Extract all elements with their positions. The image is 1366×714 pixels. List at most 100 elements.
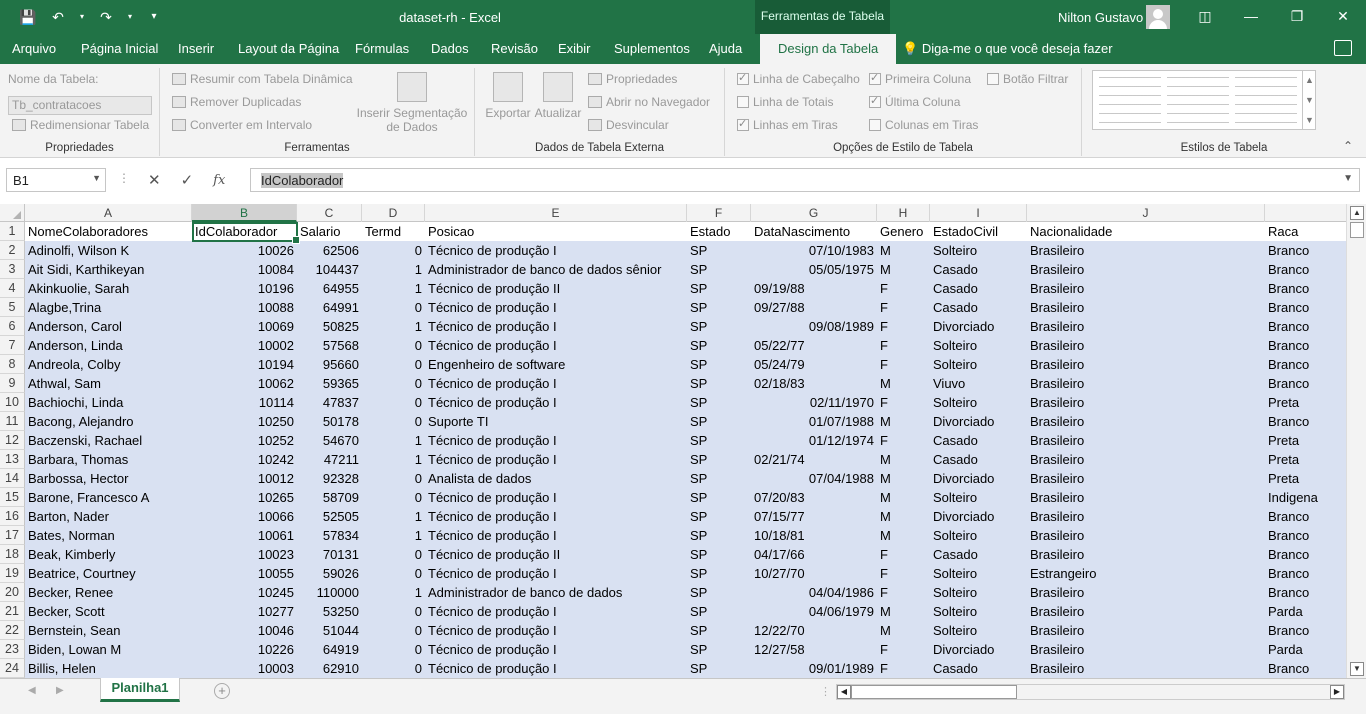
header-cell[interactable]: Nacionalidade — [1027, 222, 1265, 241]
table-cell[interactable]: SP — [687, 393, 751, 412]
table-cell[interactable]: 02/11/1970 — [751, 393, 877, 412]
table-cell[interactable]: F — [877, 564, 930, 583]
header-cell[interactable]: IdColaborador — [192, 222, 297, 241]
header-cell[interactable]: Termd — [362, 222, 425, 241]
table-cell[interactable]: 52505 — [297, 507, 362, 526]
table-cell[interactable]: SP — [687, 469, 751, 488]
row-header[interactable]: 13 — [0, 450, 25, 469]
table-cell[interactable]: M — [877, 241, 930, 260]
row-header[interactable]: 12 — [0, 431, 25, 450]
table-cell[interactable]: Bates, Norman — [25, 526, 192, 545]
checkbox-checked[interactable] — [737, 71, 749, 85]
column-header-j[interactable]: J — [1027, 204, 1265, 222]
table-cell[interactable]: 10061 — [192, 526, 297, 545]
table-cell[interactable]: 02/21/74 — [751, 450, 877, 469]
table-cell[interactable]: 62910 — [297, 659, 362, 678]
table-cell[interactable]: Administrador de banco de dados — [425, 583, 687, 602]
ribbon-display-icon[interactable]: ◫ — [1182, 0, 1228, 34]
table-cell[interactable]: 10026 — [192, 241, 297, 260]
tab-inserir[interactable]: Inserir — [178, 41, 214, 56]
table-cell[interactable]: M — [877, 450, 930, 469]
table-cell[interactable]: Brasileiro — [1027, 279, 1265, 298]
table-cell[interactable]: Brasileiro — [1027, 450, 1265, 469]
table-cell[interactable]: Técnico de produção I — [425, 526, 687, 545]
tab-dados[interactable]: Dados — [431, 41, 469, 56]
table-cell[interactable]: 09/27/88 — [751, 298, 877, 317]
column-header-f[interactable]: F — [687, 204, 751, 222]
table-cell[interactable]: SP — [687, 488, 751, 507]
table-cell[interactable]: 0 — [362, 659, 425, 678]
properties-button[interactable]: Propriedades — [588, 72, 677, 86]
table-cell[interactable]: Divorciado — [930, 317, 1027, 336]
table-cell[interactable]: Billis, Helen — [25, 659, 192, 678]
checkbox-checked[interactable] — [737, 117, 749, 131]
table-cell[interactable]: 02/18/83 — [751, 374, 877, 393]
table-cell[interactable]: Beatrice, Courtney — [25, 564, 192, 583]
table-cell[interactable]: Engenheiro de software — [425, 355, 687, 374]
table-cell[interactable]: 0 — [362, 412, 425, 431]
table-cell[interactable]: Técnico de produção I — [425, 488, 687, 507]
row-header[interactable]: 18 — [0, 545, 25, 564]
row-header[interactable]: 4 — [0, 279, 25, 298]
header-cell[interactable]: Posicao — [425, 222, 687, 241]
table-cell[interactable]: Solteiro — [930, 621, 1027, 640]
checkbox-unchecked[interactable] — [737, 96, 749, 108]
table-cell[interactable]: Branco — [1265, 659, 1346, 678]
resize-table-button[interactable]: Redimensionar Tabela — [12, 118, 149, 132]
table-cell[interactable]: Barton, Nader — [25, 507, 192, 526]
tab-formulas[interactable]: Fórmulas — [355, 41, 409, 56]
table-cell[interactable]: Preta — [1265, 393, 1346, 412]
table-cell[interactable]: 10012 — [192, 469, 297, 488]
table-cell[interactable]: Branco — [1265, 317, 1346, 336]
table-cell[interactable]: 64919 — [297, 640, 362, 659]
table-cell[interactable]: SP — [687, 374, 751, 393]
table-cell[interactable]: Brasileiro — [1027, 355, 1265, 374]
table-cell[interactable]: Beak, Kimberly — [25, 545, 192, 564]
gallery-down-icon[interactable]: ▼ — [1303, 90, 1316, 110]
table-cell[interactable]: Analista de dados — [425, 469, 687, 488]
table-cell[interactable]: 10003 — [192, 659, 297, 678]
table-cell[interactable]: SP — [687, 640, 751, 659]
table-cell[interactable]: Parda — [1265, 640, 1346, 659]
table-cell[interactable]: SP — [687, 621, 751, 640]
table-cell[interactable]: 09/01/1989 — [751, 659, 877, 678]
row-header[interactable]: 11 — [0, 412, 25, 431]
table-cell[interactable]: 57834 — [297, 526, 362, 545]
table-name-input[interactable]: Tb_contratacoes — [8, 96, 152, 115]
table-cell[interactable]: SP — [687, 564, 751, 583]
table-cell[interactable]: Bacong, Alejandro — [25, 412, 192, 431]
header-cell[interactable]: DataNascimento — [751, 222, 877, 241]
table-cell[interactable]: 07/15/77 — [751, 507, 877, 526]
table-cell[interactable]: 10114 — [192, 393, 297, 412]
column-header-a[interactable]: A — [25, 204, 192, 222]
collapse-ribbon-icon[interactable]: ⌃ — [1343, 139, 1353, 153]
tell-me-search[interactable]: 💡 Diga-me o que você deseja fazer — [902, 41, 1113, 57]
table-cell[interactable]: Solteiro — [930, 393, 1027, 412]
column-header-d[interactable]: D — [362, 204, 425, 222]
table-cell[interactable]: 47211 — [297, 450, 362, 469]
horizontal-scroll-thumb[interactable] — [851, 685, 1017, 699]
export-button[interactable]: Exportar — [483, 72, 533, 120]
table-cell[interactable]: Akinkuolie, Sarah — [25, 279, 192, 298]
table-cell[interactable]: 12/22/70 — [751, 621, 877, 640]
table-cell[interactable]: Adinolfi, Wilson K — [25, 241, 192, 260]
header-cell[interactable]: Raca — [1265, 222, 1346, 241]
tab-layout[interactable]: Layout da Página — [238, 41, 339, 56]
table-cell[interactable]: Branco — [1265, 545, 1346, 564]
table-cell[interactable]: Técnico de produção I — [425, 336, 687, 355]
table-cell[interactable]: F — [877, 431, 930, 450]
table-cell[interactable]: Brasileiro — [1027, 659, 1265, 678]
table-cell[interactable]: Técnico de produção I — [425, 621, 687, 640]
column-header-e[interactable]: E — [425, 204, 687, 222]
table-cell[interactable]: Solteiro — [930, 355, 1027, 374]
table-cell[interactable]: Branco — [1265, 507, 1346, 526]
table-cell[interactable]: SP — [687, 507, 751, 526]
table-cell[interactable]: 10062 — [192, 374, 297, 393]
gallery-up-icon[interactable]: ▲ — [1303, 70, 1316, 90]
table-cell[interactable]: 10277 — [192, 602, 297, 621]
table-cell[interactable]: Brasileiro — [1027, 317, 1265, 336]
table-cell[interactable]: SP — [687, 659, 751, 678]
table-cell[interactable]: Branco — [1265, 298, 1346, 317]
table-cell[interactable]: M — [877, 374, 930, 393]
table-cell[interactable]: Técnico de produção I — [425, 241, 687, 260]
